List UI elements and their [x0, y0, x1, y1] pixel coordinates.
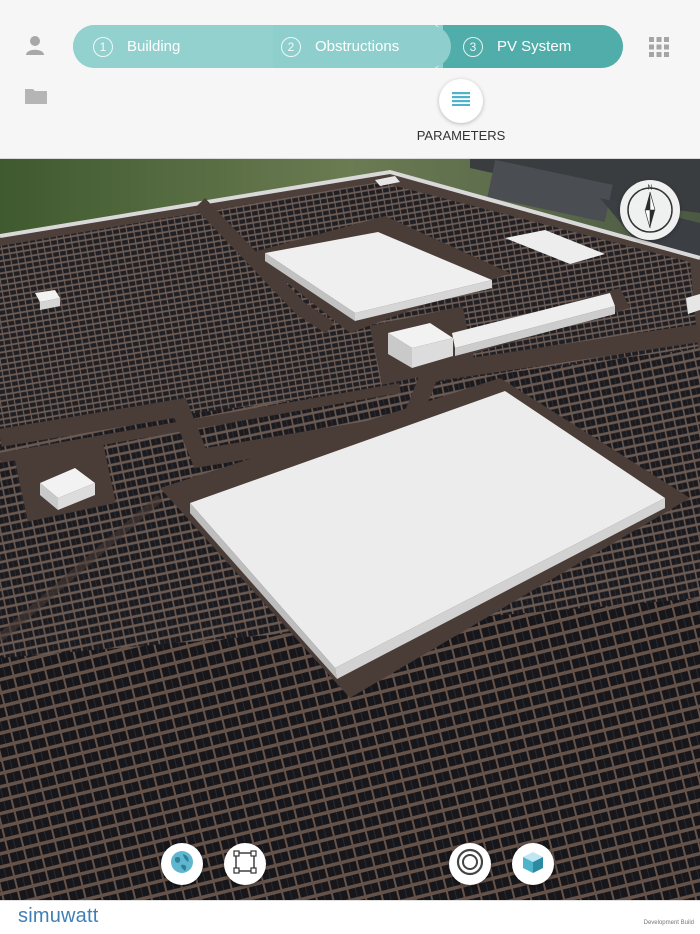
- user-icon[interactable]: [24, 34, 46, 56]
- ring-button[interactable]: [449, 843, 491, 885]
- workflow-stepper: 3 PV System 2 Obstructions 1 Building: [73, 25, 623, 68]
- list-icon: [452, 91, 470, 111]
- step-number: 3: [463, 36, 483, 57]
- 3d-roof-view[interactable]: [0, 158, 700, 900]
- cube-icon: [520, 849, 546, 880]
- globe-icon: [169, 849, 195, 880]
- parameters-button[interactable]: [439, 79, 483, 123]
- compass-letter: N: [647, 185, 652, 192]
- step-label: PV System: [497, 38, 572, 55]
- draw-polygon-icon: [232, 849, 258, 880]
- draw-polygon-button[interactable]: [224, 843, 266, 885]
- build-tag: Development Build: [643, 920, 694, 926]
- ring-icon: [455, 847, 485, 882]
- top-toolbar: 3 PV System 2 Obstructions 1 Building PA…: [0, 0, 700, 159]
- step-label: Obstructions: [315, 38, 400, 55]
- cube-view-button[interactable]: [512, 843, 554, 885]
- folder-icon[interactable]: [24, 86, 48, 106]
- parameters-label: PARAMETERS: [416, 128, 506, 143]
- grid-menu-icon[interactable]: [648, 36, 670, 58]
- footer-bar: simuwatt Development Build: [0, 900, 700, 934]
- step-label: Building: [127, 38, 181, 55]
- step-obstructions[interactable]: 2 Obstructions: [261, 25, 451, 68]
- globe-view-button[interactable]: [161, 843, 203, 885]
- step-pv-system[interactable]: 3 PV System: [443, 25, 623, 68]
- step-number: 2: [281, 36, 301, 57]
- step-number: 1: [93, 36, 113, 57]
- step-building[interactable]: 1 Building: [73, 25, 273, 68]
- brand-logo: simuwatt: [18, 905, 99, 927]
- compass-button[interactable]: N: [620, 180, 680, 240]
